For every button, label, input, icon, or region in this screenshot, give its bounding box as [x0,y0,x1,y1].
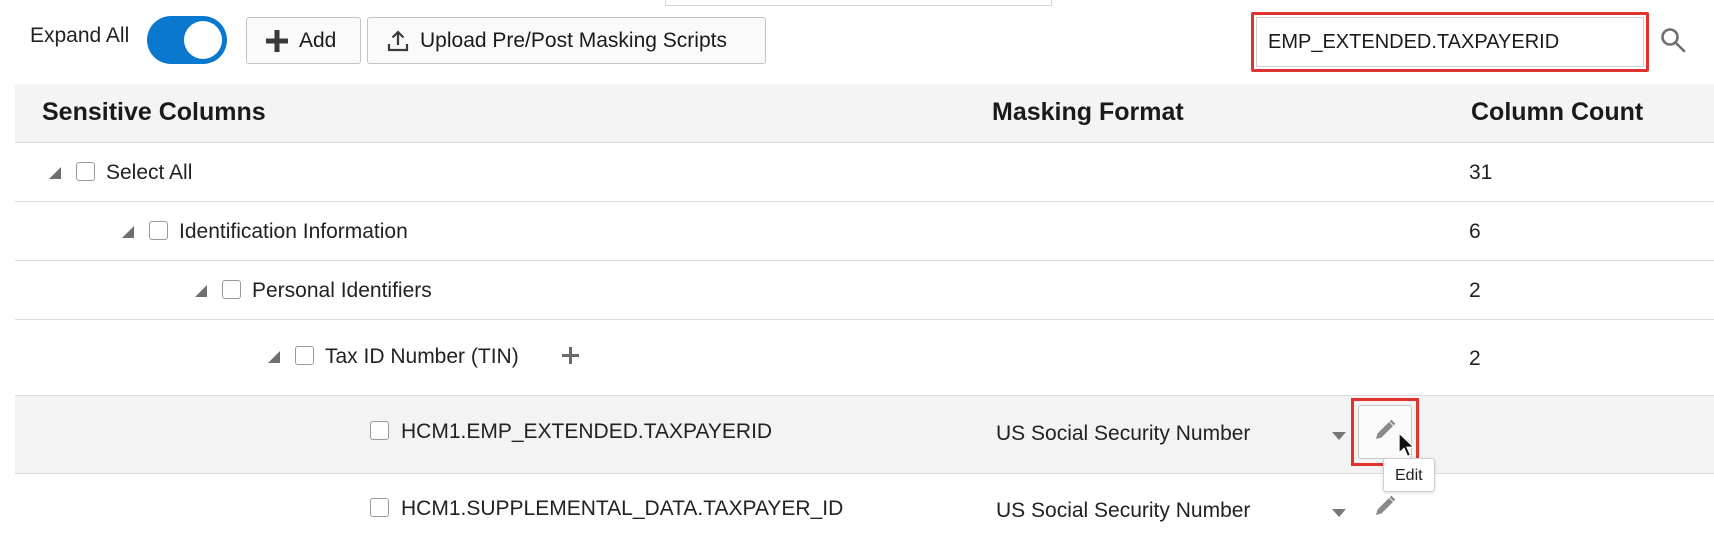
tree-row-select-all: Select All 31 [15,143,1714,202]
row-label: HCM1.SUPPLEMENTAL_DATA.TAXPAYER_ID [401,497,844,520]
upload-icon [386,29,410,53]
masking-format-select[interactable]: US Social Security Number [996,422,1250,446]
dropdown-caret-icon[interactable] [1332,509,1346,517]
add-column-plus-icon[interactable] [562,347,579,369]
header-masking-format: Masking Format [992,98,1184,126]
tree-row-emp-extended-taxpayerid[interactable]: HCM1.EMP_EXTENDED.TAXPAYERID US Social S… [15,396,1714,474]
row-checkbox[interactable] [149,221,168,240]
tree-row-supplemental-data-taxpayer-id[interactable]: HCM1.SUPPLEMENTAL_DATA.TAXPAYER_ID US So… [15,474,1714,549]
add-button-label: Add [299,28,337,52]
row-checkbox[interactable] [295,346,314,365]
column-count: 31 [1469,161,1493,184]
column-count: 6 [1469,220,1481,243]
header-column-count: Column Count [1471,98,1644,126]
table-header: Sensitive Columns Masking Format Column … [15,84,1714,143]
expand-all-toggle[interactable] [147,16,227,64]
row-label: Select All [106,161,193,184]
row-checkbox[interactable] [76,162,95,181]
edit-pencil-icon [1373,418,1397,447]
tree-row-tax-id-number: Tax ID Number (TIN) 2 [15,320,1714,396]
row-label: HCM1.EMP_EXTENDED.TAXPAYERID [401,420,773,443]
tree-row-personal-identifiers: Personal Identifiers 2 [15,261,1714,320]
masking-format-select[interactable]: US Social Security Number [996,499,1250,523]
toggle-knob [184,21,222,59]
header-sensitive-columns: Sensitive Columns [42,98,266,126]
row-checkbox[interactable] [370,421,389,440]
expand-triangle-icon[interactable] [195,285,207,297]
expand-triangle-icon[interactable] [268,351,280,363]
plus-icon [265,29,289,53]
search-icon[interactable] [1660,27,1686,58]
tree-row-identification-information: Identification Information 6 [15,202,1714,261]
add-button[interactable]: Add [246,17,361,64]
row-label: Personal Identifiers [252,279,432,302]
row-label: Identification Information [179,220,408,243]
upload-scripts-button[interactable]: Upload Pre/Post Masking Scripts [367,17,766,64]
column-count: 2 [1469,279,1481,302]
dropdown-caret-icon[interactable] [1332,432,1346,440]
expand-all-label: Expand All [30,24,130,47]
edit-pencil-icon[interactable] [1373,494,1397,523]
sensitive-columns-table: Sensitive Columns Masking Format Column … [15,84,1714,549]
expand-triangle-icon[interactable] [49,167,61,179]
expand-triangle-icon[interactable] [122,226,134,238]
search-input[interactable] [1256,17,1644,67]
edit-tooltip: Edit [1383,458,1435,492]
column-count: 2 [1469,347,1481,370]
row-checkbox[interactable] [370,498,389,517]
upload-button-label: Upload Pre/Post Masking Scripts [420,28,727,52]
row-checkbox[interactable] [222,280,241,299]
toolbar: Expand All Add Upload Pre/Post Masking S… [0,0,1714,80]
row-label: Tax ID Number (TIN) [325,345,519,368]
